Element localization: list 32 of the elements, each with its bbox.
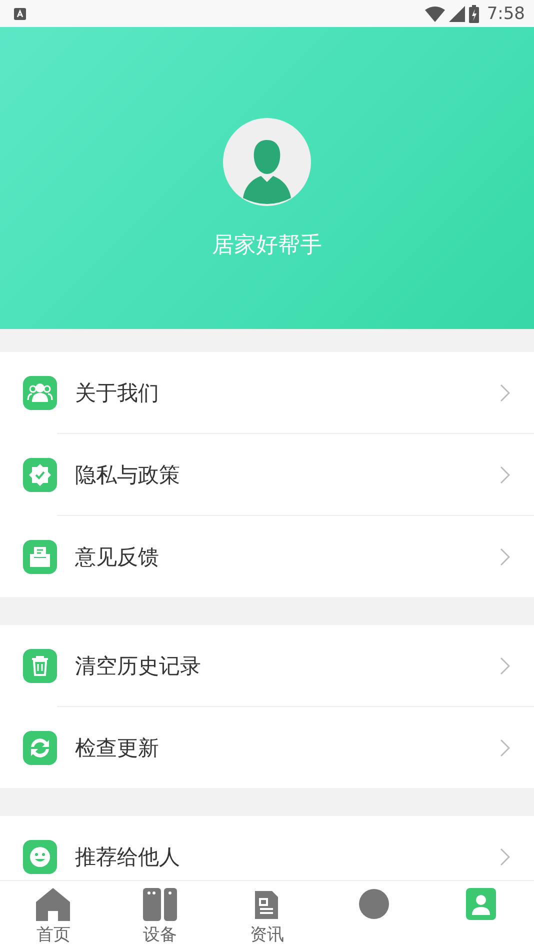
menu-item[interactable]: 关于我们: [0, 352, 534, 433]
chevron-right-icon: [500, 548, 510, 566]
avatar-icon[interactable]: [223, 118, 311, 206]
clock-time: 7:58: [486, 4, 525, 24]
trash-icon: [23, 648, 57, 682]
home-icon: [35, 887, 72, 921]
keyboard-icon: [14, 8, 26, 20]
signal-icon: [448, 6, 465, 22]
inbox-icon: [23, 540, 57, 574]
circle-icon: [356, 887, 391, 921]
nav-tab[interactable]: 设备: [106, 881, 214, 950]
menu-item[interactable]: 隐私与政策: [0, 434, 534, 515]
people-icon: [23, 376, 57, 410]
nav-tab[interactable]: 资讯: [214, 881, 320, 950]
refresh-icon: [23, 730, 57, 764]
chevron-right-icon: [500, 656, 510, 674]
menu-item[interactable]: 推荐给他人: [0, 816, 534, 880]
wifi-icon: [424, 6, 445, 22]
smiley-icon: [23, 840, 57, 874]
menu-item[interactable]: 检查更新: [0, 707, 534, 788]
battery-icon: [468, 4, 479, 22]
devices-icon: [142, 887, 178, 921]
menu-item[interactable]: 清空历史记录: [0, 625, 534, 706]
badge-check-icon: [23, 458, 57, 492]
chevron-right-icon: [500, 384, 510, 402]
nav-tab[interactable]: 首页: [0, 881, 107, 950]
menu-item[interactable]: 意见反馈: [0, 516, 534, 597]
user-name: 居家好帮手: [212, 232, 322, 260]
chevron-right-icon: [500, 466, 510, 484]
chevron-right-icon: [500, 738, 510, 756]
person-icon: [464, 887, 498, 921]
chevron-right-icon: [500, 848, 510, 866]
